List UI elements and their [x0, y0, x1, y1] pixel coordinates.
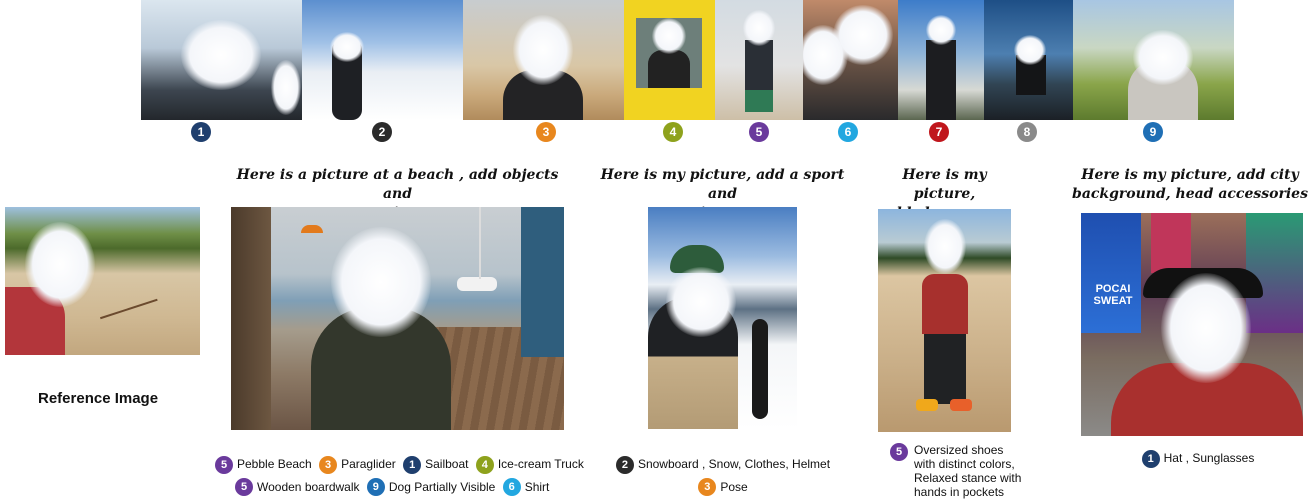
legend-label: Hat , Sunglasses: [1163, 450, 1255, 465]
panel-4-prompt-line2: background, head accessories: [1072, 186, 1308, 202]
legend-label: Wooden boardwalk: [257, 479, 360, 494]
strip-photo-2: [302, 0, 463, 120]
panel-3-prompt-line1: Here is my picture,: [902, 167, 987, 202]
strip-photo-4: [624, 0, 715, 120]
reference-photo: [5, 207, 200, 355]
legend-item: 1 Sailboat: [403, 455, 469, 474]
strip-badge-9: 9: [1143, 122, 1163, 142]
legend-label: Oversized shoes with distinct colors, Re…: [890, 443, 1021, 499]
legend-item: 3 Paraglider: [319, 455, 396, 474]
strip-photo-5: [715, 0, 803, 120]
panel-4-legend-row-1: 1 Hat , Sunglasses: [1110, 446, 1290, 469]
strip-badge-5: 5: [749, 122, 769, 142]
strip-photo-1: [141, 0, 302, 120]
legend-label: Shirt: [524, 479, 550, 494]
panel-1-prompt-line1: Here is a picture at a beach , add objec…: [236, 167, 559, 202]
panel-2-prompt-line1: Here is my picture, add a sport and: [600, 167, 845, 202]
strip-badge-4: 4: [663, 122, 683, 142]
panel-3-legend-line-2: with distinct colors,: [914, 457, 1015, 471]
strip-photo-6: [803, 0, 898, 120]
panel-4-legend: 1 Hat , Sunglasses: [1110, 446, 1290, 469]
panel-4-prompt-line1: Here is my picture, add city: [1081, 167, 1299, 183]
legend-item: 3 Pose: [698, 478, 748, 497]
panel-3-legend-line-1: Oversized shoes: [914, 443, 1004, 457]
panel-2-legend-row-2: 3 Pose: [610, 475, 840, 498]
legend-label: Paraglider: [341, 456, 396, 471]
legend-badge: 1: [1141, 449, 1160, 468]
legend-badge: 2: [615, 455, 634, 474]
panel-2-legend-row-1: 2 Snowboard , Snow, Clothes, Helmet: [610, 452, 840, 475]
panel-1-legend: 5 Pebble Beach 3 Paraglider 1 Sailboat 4 Ice…: [215, 452, 595, 498]
panel-3-photo: [878, 209, 1011, 432]
legend-label: Snowboard , Snow, Clothes, Helmet: [637, 456, 831, 471]
strip-badge-1: 1: [191, 122, 211, 142]
legend-label: Ice-cream Truck: [497, 456, 584, 471]
strip-badge-7: 7: [929, 122, 949, 142]
panel-4-photo: POCAI SWEAT: [1081, 213, 1303, 436]
legend-badge: 1: [403, 455, 422, 474]
legend-item: 6 Shirt: [502, 478, 550, 497]
legend-item: 5 Pebble Beach: [215, 455, 312, 474]
legend-badge: 3: [698, 478, 717, 497]
legend-item: 1 Hat , Sunglasses: [1141, 449, 1255, 468]
panel-3-legend-line-3: Relaxed stance with: [914, 471, 1022, 485]
legend-badge: 5: [235, 478, 253, 497]
legend-item: 4 Ice-cream Truck: [475, 455, 584, 474]
panel-2-legend: 2 Snowboard , Snow, Clothes, Helmet 3 Pose: [610, 452, 840, 498]
legend-item: 9 Dog Partially Visible: [366, 478, 496, 497]
billboard-text: POCAI SWEAT: [1085, 283, 1141, 307]
legend-badge: 5: [890, 443, 908, 461]
strip-photo-3: [463, 0, 624, 120]
billboard-line-1: POCAI: [1095, 283, 1131, 295]
legend-item: 5 Wooden boardwalk: [235, 478, 360, 497]
panel-2-photo: [648, 207, 797, 429]
panel-3-legend: 5 Oversized shoes with distinct colors, …: [890, 443, 1021, 499]
legend-badge: 5: [215, 455, 233, 474]
legend-badge: 4: [475, 455, 494, 474]
strip-photo-8: [984, 0, 1073, 120]
legend-label: Pebble Beach: [237, 456, 312, 471]
legend-item: 2 Snowboard , Snow, Clothes, Helmet: [615, 455, 831, 474]
legend-label: Pose: [720, 479, 748, 494]
panel-4-prompt: Here is my picture, add city background,…: [1072, 166, 1308, 204]
panel-1-photo: [231, 207, 564, 430]
strip-badge-6: 6: [838, 122, 858, 142]
legend-badge: 6: [502, 478, 521, 497]
panel-3-legend-line-4: hands in pockets: [914, 485, 1005, 499]
panel-1-legend-row-2: 5 Wooden boardwalk 9 Dog Partially Visible…: [215, 475, 595, 498]
strip-photo-9: [1073, 0, 1234, 120]
legend-badge: 3: [319, 455, 338, 474]
strip-photo-7: [898, 0, 984, 120]
strip-badge-3: 3: [536, 122, 556, 142]
legend-label: Dog Partially Visible: [388, 479, 496, 494]
legend-badge: 9: [366, 478, 385, 497]
strip-badge-8: 8: [1017, 122, 1037, 142]
billboard-line-2: SWEAT: [1093, 295, 1133, 307]
panel-1-legend-row-1: 5 Pebble Beach 3 Paraglider 1 Sailboat 4 Ice…: [215, 452, 595, 475]
legend-label: Sailboat: [425, 456, 469, 471]
strip-badge-2: 2: [372, 122, 392, 142]
reference-image-label: Reference Image: [38, 390, 159, 407]
